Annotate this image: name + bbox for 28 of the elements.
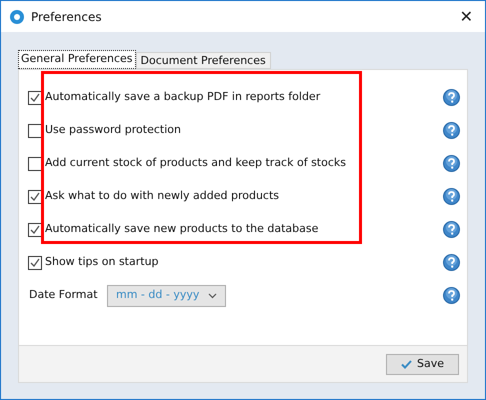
checkbox[interactable] [28, 90, 42, 104]
option-label: Add current stock of products and keep track of stocks [45, 155, 346, 172]
help-icon[interactable] [443, 221, 460, 238]
tab[interactable]: General Preferences [18, 50, 136, 69]
option-label: Automatically save a backup PDF in reports folder [45, 89, 320, 106]
help-icon[interactable] [443, 254, 460, 271]
option-label: Show tips on startup [45, 254, 159, 270]
checkbox[interactable] [28, 156, 42, 170]
checkmark-icon [400, 360, 412, 368]
tab[interactable]: Document Preferences [136, 52, 271, 69]
help-icon[interactable] [443, 155, 460, 172]
window-title: Preferences [31, 8, 102, 26]
help-icon[interactable] [443, 188, 460, 205]
help-icon[interactable] [443, 287, 460, 304]
help-icon[interactable] [443, 89, 460, 106]
checkbox[interactable] [28, 256, 42, 270]
checkbox[interactable] [28, 124, 42, 138]
close-button[interactable]: ✕ [460, 4, 473, 28]
checkbox[interactable] [28, 222, 42, 236]
date-format-label: Date Format [29, 287, 99, 304]
save-button[interactable]: Save [386, 354, 459, 374]
option-label: Automatically save new products to the database [45, 221, 318, 238]
help-icon[interactable] [443, 122, 460, 139]
option-label: Use password protection [45, 122, 181, 138]
option-label: Ask what to do with newly added products [45, 188, 280, 204]
chevron-down-icon [208, 292, 217, 298]
checkbox[interactable] [28, 190, 42, 204]
app-icon [9, 8, 25, 24]
